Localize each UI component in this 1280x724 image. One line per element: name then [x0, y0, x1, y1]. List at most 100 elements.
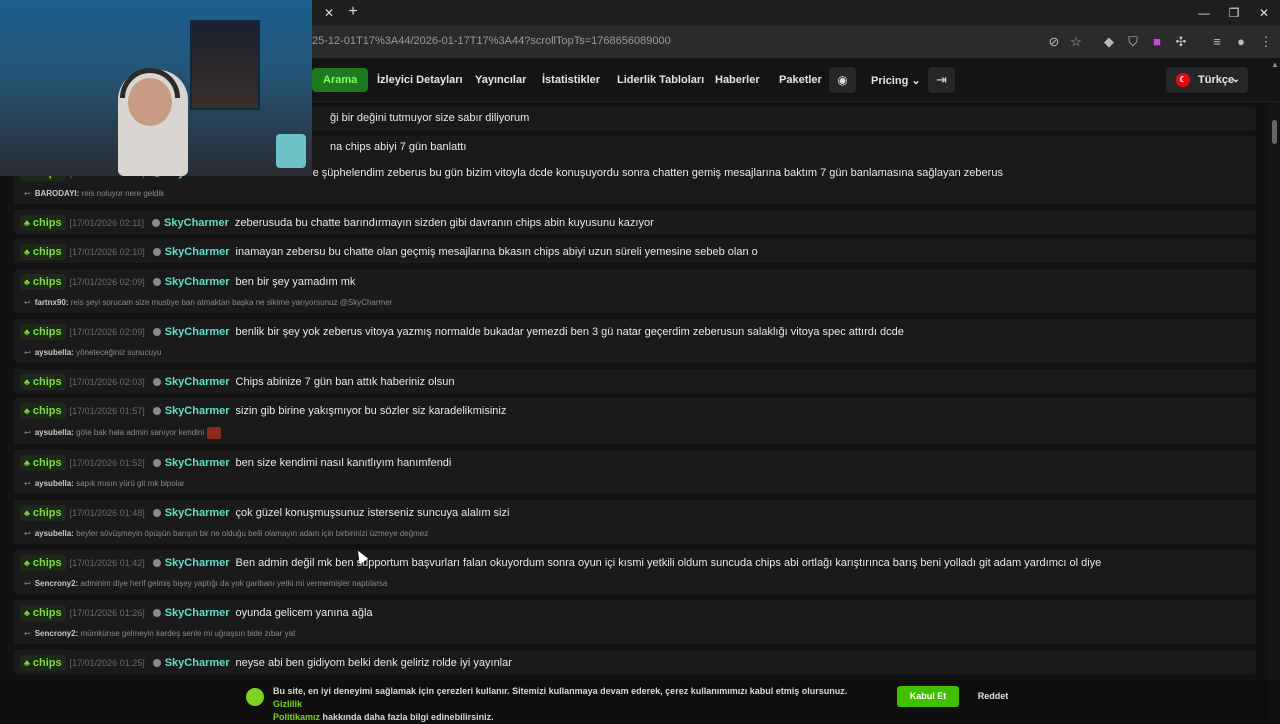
- reply-context: ↩ fartnx90: reis şeyi sorucam size mustiy…: [24, 298, 392, 307]
- timestamp: [17/01/2026 02:09]: [69, 327, 145, 337]
- message-text: oyunda gelicem yanına ağla: [235, 607, 373, 619]
- message-text: ği bir değini tutmuyor size sabır diliyo…: [330, 112, 530, 124]
- nav-item-izleyici-detaylari[interactable]: İzleyici Detayları: [377, 74, 463, 86]
- scrollbar-track[interactable]: [1268, 102, 1280, 680]
- channel-badge[interactable]: ♣chips: [20, 274, 66, 290]
- nav-item-liderlik-tablolari[interactable]: Liderlik Tabloları: [617, 74, 704, 86]
- mug-icon: [276, 134, 306, 168]
- profile-avatar-icon[interactable]: ●: [1233, 34, 1249, 50]
- reply-username[interactable]: Sencrony2:: [35, 579, 79, 588]
- minimize-icon[interactable]: —: [1196, 5, 1212, 21]
- channel-badge[interactable]: ♣chips: [20, 455, 66, 471]
- reply-username[interactable]: aysubella:: [35, 348, 74, 357]
- username[interactable]: SkyCharmer: [164, 217, 229, 229]
- username[interactable]: SkyCharmer: [165, 607, 230, 619]
- message-line: ♣ chips [17/01/2026 01:57] SkyCharmer sizin …: [20, 403, 506, 421]
- username[interactable]: SkyCharmer: [165, 657, 230, 669]
- url-text[interactable]: 25-12-01T17%3A44/2026-01-17T17%3A44?scro…: [312, 35, 671, 47]
- channel-name: chips: [32, 405, 62, 417]
- reply-text: adminim diye herif gelmiş bişey yaptığı …: [80, 579, 388, 588]
- nav-item-haberler[interactable]: Haberler: [715, 74, 760, 86]
- menu-dots-icon[interactable]: ⋮: [1258, 34, 1274, 50]
- scroll-up-icon[interactable]: ▲: [1271, 60, 1279, 69]
- channel-badge[interactable]: ♣chips: [20, 655, 66, 671]
- tab-close-icon[interactable]: ✕: [321, 5, 337, 21]
- channel-badge[interactable]: ♣chips: [20, 324, 66, 340]
- channel-badge[interactable]: ♣chips: [20, 244, 66, 260]
- username[interactable]: SkyCharmer: [165, 326, 230, 338]
- reply-username[interactable]: BARODAYI:: [35, 189, 80, 198]
- reply-username[interactable]: Sencrony2:: [35, 629, 79, 638]
- username[interactable]: SkyCharmer: [165, 457, 230, 469]
- message-line: ♣ chips [17/01/2026 01:52] SkyCharmer ben si…: [20, 455, 451, 473]
- eye-off-icon[interactable]: ⊘: [1046, 34, 1062, 50]
- username[interactable]: SkyCharmer: [165, 246, 230, 258]
- cookie-text: Bu site, en iyi deneyimi sağlamak için ç…: [273, 685, 873, 724]
- username[interactable]: SkyCharmer: [165, 557, 230, 569]
- username[interactable]: SkyCharmer: [165, 507, 230, 519]
- webcam-window-view: [190, 20, 260, 110]
- reply-arrow-icon: ↩: [24, 348, 31, 357]
- user-status-icon: [152, 559, 161, 568]
- new-tab-button[interactable]: +: [345, 4, 361, 20]
- extension-icon[interactable]: ◆: [1101, 34, 1117, 50]
- scrollbar-thumb[interactable]: [1272, 120, 1277, 144]
- privacy-link[interactable]: Gizlilik: [273, 699, 302, 709]
- cookie-icon: [246, 688, 264, 706]
- maximize-icon[interactable]: ❐: [1226, 5, 1242, 21]
- chat-icon: ♣: [24, 508, 30, 518]
- channel-badge[interactable]: ♣chips: [20, 505, 66, 521]
- channel-badge[interactable]: ♣chips: [20, 215, 66, 231]
- star-icon[interactable]: ☆: [1068, 34, 1084, 50]
- username[interactable]: SkyCharmer: [165, 405, 230, 417]
- message-line: na chips abiyi 7 gün banlattı: [324, 141, 466, 159]
- reply-username[interactable]: aysubella:: [35, 529, 74, 538]
- user-status-icon: [152, 659, 161, 668]
- extension-icon[interactable]: ■: [1149, 34, 1165, 50]
- close-window-icon[interactable]: ✕: [1256, 5, 1272, 21]
- username[interactable]: SkyCharmer: [165, 276, 230, 288]
- reply-username[interactable]: fartnx90:: [35, 298, 69, 307]
- reply-text: beyler sövüşmeyin öpüşün barışın bir ne …: [76, 529, 429, 538]
- reply-username[interactable]: aysubella:: [35, 428, 74, 437]
- reject-cookies-button[interactable]: Reddet: [966, 686, 1020, 707]
- channel-badge[interactable]: ♣chips: [20, 374, 66, 390]
- nav-item-istatistikler[interactable]: İstatistikler: [542, 74, 600, 86]
- channel-badge[interactable]: ♣chips: [20, 605, 66, 621]
- login-icon[interactable]: ⇥: [928, 67, 955, 93]
- timestamp: [17/01/2026 01:26]: [69, 608, 145, 618]
- reply-context: ↩ Sencrony2: mümkünse gelmeyin kardeş sen…: [24, 629, 295, 638]
- reply-context: ↩ aysubella: göte bak hala admin sanıyor …: [24, 427, 222, 439]
- channel-name: chips: [32, 326, 62, 338]
- discord-icon[interactable]: ◉: [829, 67, 856, 93]
- pricing-dropdown[interactable]: Pricing ⌄: [871, 74, 921, 87]
- timestamp: [17/01/2026 02:09]: [69, 277, 145, 287]
- reply-text: sapık mısın yürü git mk bipolar: [76, 479, 185, 488]
- puzzle-icon[interactable]: ✣: [1173, 34, 1189, 50]
- channel-badge[interactable]: ♣chips: [20, 555, 66, 571]
- reply-arrow-icon: ↩: [24, 579, 31, 588]
- timestamp: [17/01/2026 02:11]: [69, 218, 145, 228]
- chat-icon: ♣: [24, 658, 30, 668]
- language-selector[interactable]: ☾ Türkçe ⌄: [1166, 67, 1248, 93]
- nav-item-paketler[interactable]: Paketler: [779, 74, 822, 86]
- message-text: ban meselesinde şüphelendim zeberus bu g…: [235, 167, 1003, 179]
- accept-cookies-button[interactable]: Kabul Et: [897, 686, 959, 707]
- channel-name: chips: [32, 376, 62, 388]
- username[interactable]: SkyCharmer: [165, 376, 230, 388]
- chevron-down-icon: ⌄: [1231, 74, 1240, 85]
- media-icon[interactable]: ≡: [1209, 34, 1225, 50]
- user-status-icon: [152, 248, 161, 257]
- privacy-link-2[interactable]: Politikamız: [273, 712, 320, 722]
- reply-context: ↩ aysubella: sapık mısın yürü git mk bipo…: [24, 479, 185, 488]
- message-row: ♣ chips [17/01/2026 02:09] SkyCharmer ben bi…: [14, 269, 1256, 313]
- reply-username[interactable]: aysubella:: [35, 479, 74, 488]
- message-row: ♣ chips [17/01/2026 02:09] SkyCharmer benlik…: [14, 319, 1256, 363]
- nav-item-arama[interactable]: Arama: [312, 68, 369, 92]
- cookie-message: Bu site, en iyi deneyimi sağlamak için ç…: [273, 686, 848, 696]
- nav-item-yayincilar[interactable]: Yayıncılar: [475, 74, 526, 86]
- message-line: ♣ chips [17/01/2026 01:48] SkyCharmer çok gü…: [20, 505, 509, 523]
- shield-icon[interactable]: ⛉: [1125, 34, 1141, 50]
- channel-badge[interactable]: ♣chips: [20, 403, 66, 419]
- reply-arrow-icon: ↩: [24, 529, 31, 538]
